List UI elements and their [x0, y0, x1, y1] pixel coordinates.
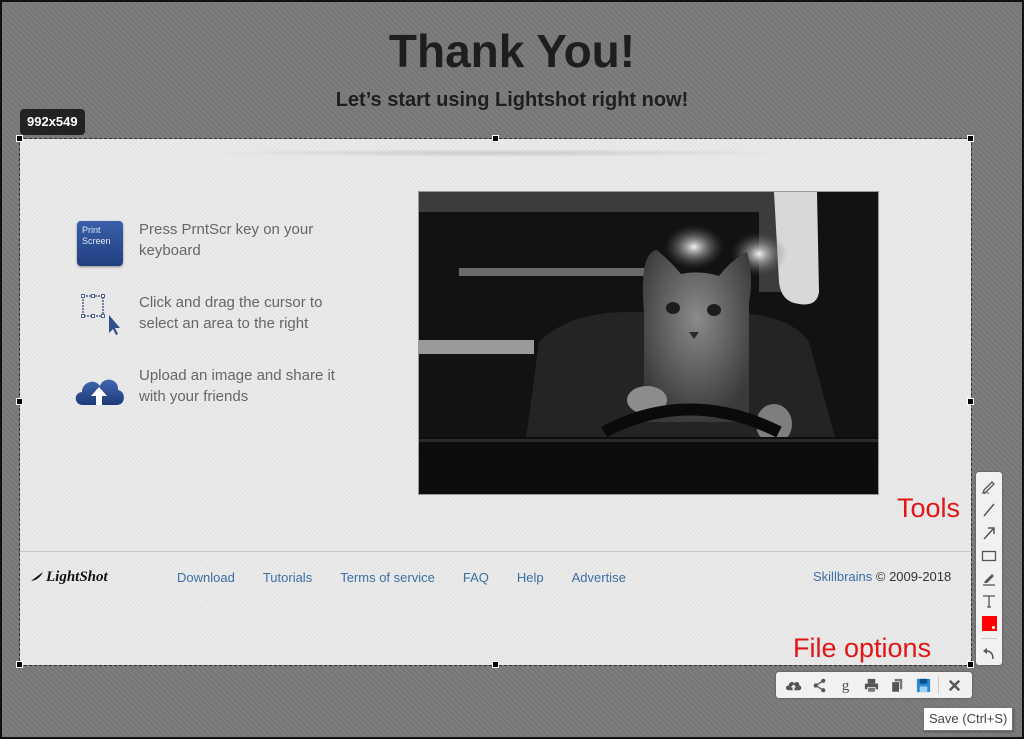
rectangle-icon — [981, 550, 997, 561]
step-text: Upload an image and share it with your f… — [139, 367, 335, 405]
upload-cloud-icon — [785, 681, 801, 690]
print-button[interactable] — [858, 673, 884, 697]
step-upload: Upload an image and share it with your f… — [75, 365, 359, 413]
arrow-icon — [983, 527, 995, 540]
copy-icon — [890, 678, 902, 692]
save-icon — [916, 678, 930, 692]
annotation-file-options: File options — [793, 633, 932, 663]
save-button[interactable] — [910, 673, 936, 697]
text-tool[interactable] — [978, 590, 1000, 613]
resize-handle-right[interactable] — [967, 398, 974, 405]
step-text: Click and drag the cursor to select an a… — [139, 294, 323, 332]
pen-icon — [981, 481, 995, 495]
save-tooltip: Save (Ctrl+S) — [923, 707, 1014, 731]
close-button[interactable] — [941, 673, 967, 697]
step-select-area: Click and drag the cursor to select an a… — [75, 292, 359, 340]
annotation-tools: Tools — [897, 493, 961, 523]
marker-tool[interactable] — [978, 567, 1000, 590]
copy-button[interactable] — [884, 673, 910, 697]
close-icon — [948, 679, 960, 691]
capture-selection-area[interactable]: Print Screen Press PrntScr key on your k… — [16, 135, 974, 668]
footer-copyright: Skillbrains © 2009-2018 — [813, 569, 952, 584]
share-icon — [813, 678, 825, 692]
page-subtitle: Let’s start using Lightshot right now! — [335, 89, 689, 111]
skillbrains-link[interactable]: Skillbrains — [813, 569, 872, 584]
page-title: Thank You! — [388, 25, 636, 77]
share-button[interactable] — [806, 673, 832, 697]
undo-icon — [983, 647, 994, 659]
color-picker[interactable] — [978, 613, 1000, 636]
footer-link-advertise[interactable]: Advertise — [572, 570, 626, 585]
resize-handle-top-left[interactable] — [16, 135, 23, 142]
cloud-upload-icon — [75, 365, 125, 413]
resize-handle-left[interactable] — [16, 398, 23, 405]
rectangle-tool[interactable] — [978, 544, 1000, 567]
resize-handle-top-right[interactable] — [967, 135, 974, 142]
desktop-screen: Thank You! Let’s start using Lightshot r… — [2, 2, 1022, 737]
decorative-shadow — [200, 149, 800, 157]
pen-tool[interactable] — [978, 476, 1000, 499]
footer-divider — [20, 551, 971, 552]
arrow-tool[interactable] — [978, 522, 1000, 545]
cat-photo — [418, 191, 879, 495]
footer-links: Download Tutorials Terms of service FAQ … — [177, 570, 654, 585]
line-tool[interactable] — [978, 499, 1000, 522]
file-options-separator — [938, 676, 939, 694]
text-icon — [983, 595, 995, 608]
footer-link-tutorials[interactable]: Tutorials — [263, 570, 312, 585]
resize-handle-bottom-left[interactable] — [16, 661, 23, 668]
footer-link-terms[interactable]: Terms of service — [340, 570, 435, 585]
step-text: Press PrntScr key on your keyboard — [139, 221, 314, 259]
resize-handle-bottom-right[interactable] — [967, 661, 974, 668]
line-icon — [983, 503, 995, 517]
tools-separator — [981, 638, 997, 640]
google-search-icon: g — [841, 678, 849, 694]
print-screen-key-icon: Print Screen — [75, 219, 125, 267]
feather-icon — [27, 571, 43, 584]
footer-link-help[interactable]: Help — [517, 570, 544, 585]
resize-handle-bottom[interactable] — [492, 661, 499, 668]
svg-text:g: g — [841, 678, 849, 694]
lightshot-logo[interactable]: LightShot — [26, 569, 108, 586]
footer-link-download[interactable]: Download — [177, 570, 235, 585]
file-options-panel: g — [776, 672, 972, 698]
select-area-cursor-icon — [75, 292, 125, 340]
google-search-button[interactable]: g — [832, 673, 858, 697]
marker-icon — [983, 574, 995, 587]
footer-link-faq[interactable]: FAQ — [463, 570, 489, 585]
print-icon — [864, 678, 878, 692]
undo-tool[interactable] — [978, 642, 1000, 665]
step-print-screen: Print Screen Press PrntScr key on your k… — [75, 219, 359, 267]
color-swatch — [981, 616, 997, 632]
selection-size-badge: 992x549 — [20, 109, 85, 135]
tools-panel — [976, 472, 1002, 665]
resize-handle-top[interactable] — [492, 135, 499, 142]
upload-button[interactable] — [780, 673, 806, 697]
